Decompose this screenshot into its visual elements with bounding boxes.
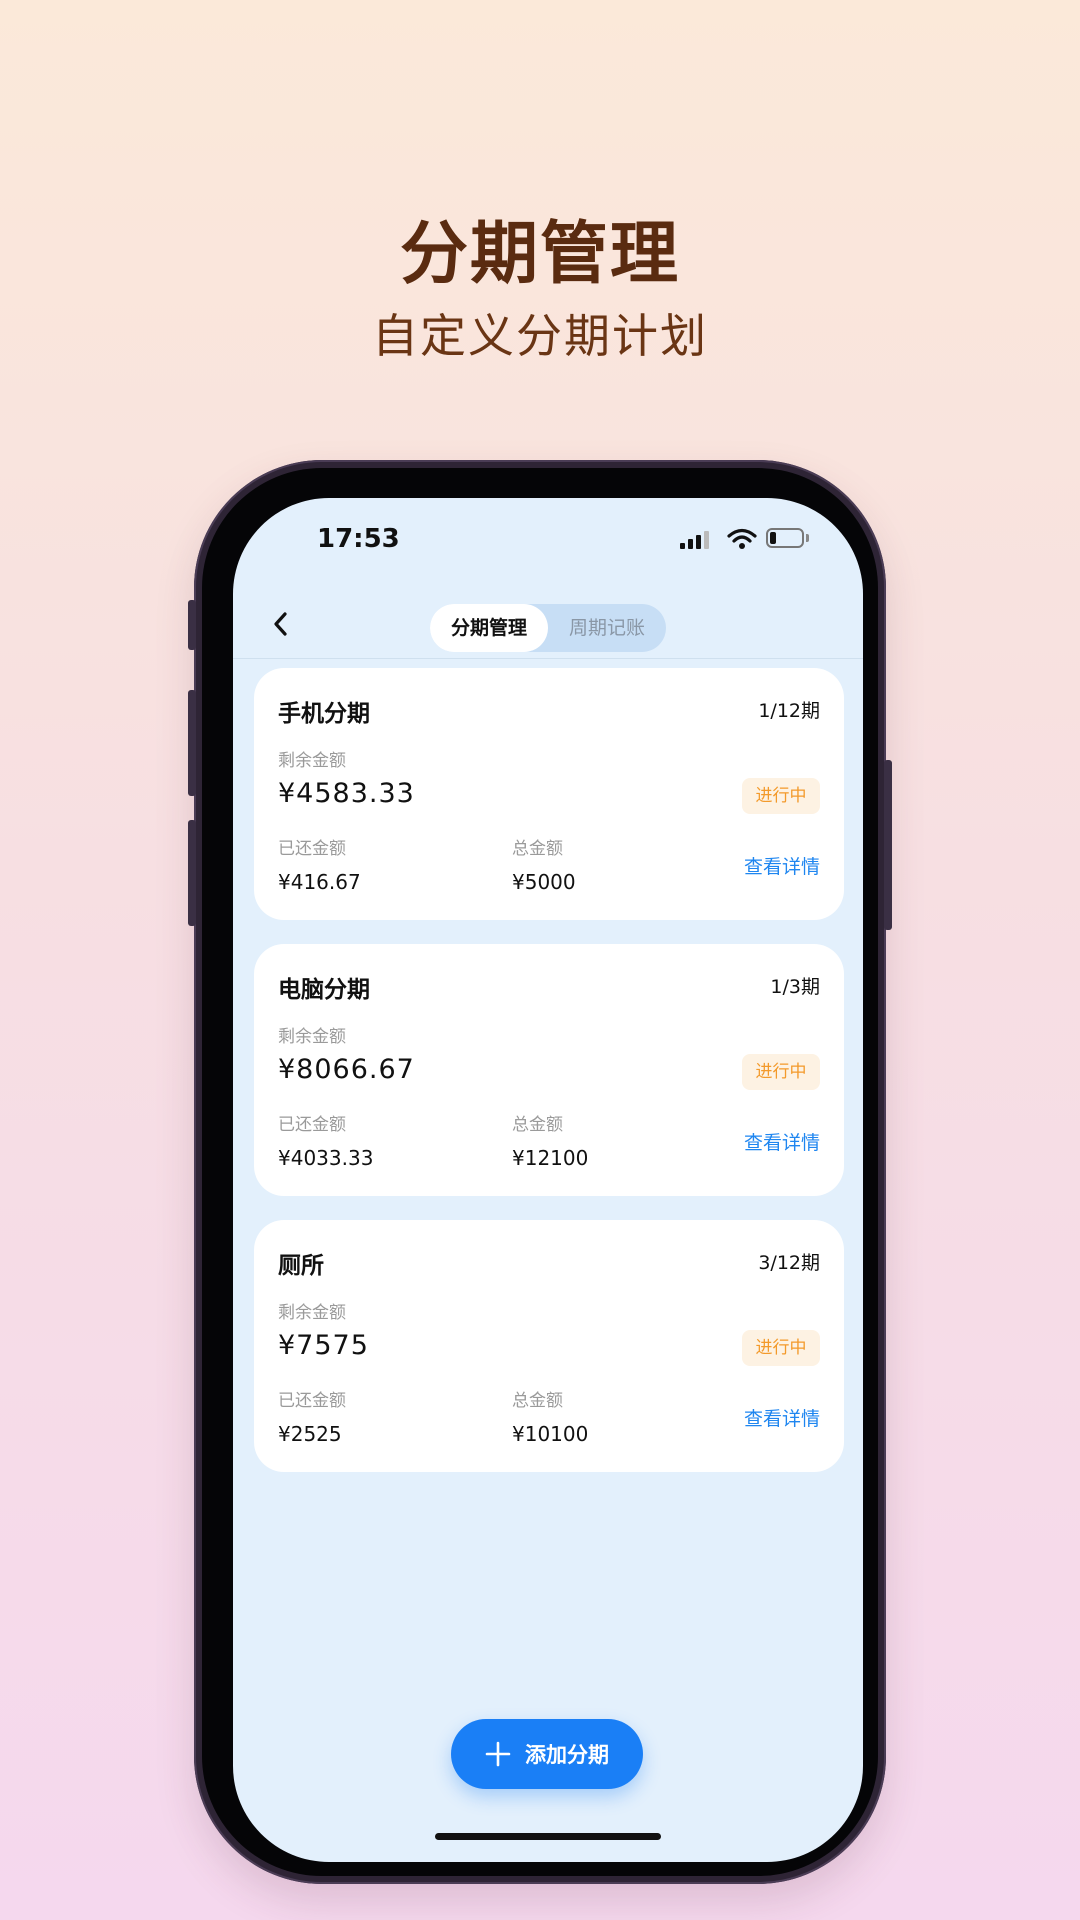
- status-badge: 进行中: [742, 1054, 820, 1090]
- paid-label: 已还金额: [278, 1115, 346, 1135]
- remaining-amount: ¥7575: [278, 1330, 369, 1361]
- remaining-amount: ¥4583.33: [278, 778, 415, 809]
- card-title: 厕所: [278, 1253, 324, 1279]
- remaining-label: 剩余金额: [278, 751, 346, 771]
- tab-installment-management[interactable]: 分期管理: [430, 604, 548, 652]
- battery-level: [770, 532, 776, 544]
- nav-bar: 分期管理 周期记账: [233, 594, 863, 659]
- view-details-link[interactable]: 查看详情: [744, 852, 820, 879]
- total-amount: ¥12100: [512, 1146, 589, 1170]
- volume-up-button: [188, 690, 196, 796]
- tab-periodic-bookkeeping[interactable]: 周期记账: [548, 604, 666, 652]
- cellular-signal-icon: [680, 531, 714, 549]
- card-progress: 3/12期: [758, 1252, 820, 1274]
- chevron-left-icon: [274, 612, 287, 636]
- segmented-control: 分期管理 周期记账: [430, 604, 666, 652]
- total-label: 总金额: [512, 1391, 563, 1411]
- paid-amount: ¥4033.33: [278, 1146, 374, 1170]
- installment-card[interactable]: 电脑分期 1/3期 剩余金额 ¥8066.67 进行中 已还金额 总金额 ¥40…: [254, 944, 844, 1196]
- card-progress: 1/12期: [758, 700, 820, 722]
- hero-subtitle: 自定义分期计划: [372, 309, 708, 363]
- battery-tip: [806, 534, 809, 542]
- battery-icon: [766, 528, 804, 548]
- back-button[interactable]: [261, 604, 301, 644]
- card-progress: 1/3期: [770, 976, 820, 998]
- card-title: 手机分期: [278, 701, 370, 727]
- view-details-link[interactable]: 查看详情: [744, 1128, 820, 1155]
- mute-switch: [188, 600, 196, 650]
- remaining-label: 剩余金额: [278, 1027, 346, 1047]
- status-badge: 进行中: [742, 1330, 820, 1366]
- total-label: 总金额: [512, 839, 563, 859]
- plus-icon: [485, 1741, 511, 1767]
- paid-amount: ¥416.67: [278, 870, 361, 894]
- paid-label: 已还金额: [278, 839, 346, 859]
- installment-card[interactable]: 厕所 3/12期 剩余金额 ¥7575 进行中 已还金额 总金额 ¥2525 ¥…: [254, 1220, 844, 1472]
- total-amount: ¥10100: [512, 1422, 589, 1446]
- app-screen: 17:53 分期管理 周期记账 手机分期 1/12期 剩余金额 ¥4583.33…: [233, 498, 863, 1862]
- paid-amount: ¥2525: [278, 1422, 342, 1446]
- add-installment-button[interactable]: 添加分期: [451, 1719, 643, 1789]
- paid-label: 已还金额: [278, 1391, 346, 1411]
- view-details-link[interactable]: 查看详情: [744, 1404, 820, 1431]
- remaining-amount: ¥8066.67: [278, 1054, 415, 1085]
- remaining-label: 剩余金额: [278, 1303, 346, 1323]
- home-indicator[interactable]: [435, 1833, 661, 1840]
- add-installment-label: 添加分期: [525, 1743, 609, 1767]
- volume-down-button: [188, 820, 196, 926]
- total-amount: ¥5000: [512, 870, 576, 894]
- installment-card[interactable]: 手机分期 1/12期 剩余金额 ¥4583.33 进行中 已还金额 总金额 ¥4…: [254, 668, 844, 920]
- hero-title: 分期管理: [399, 215, 680, 294]
- power-button: [884, 760, 892, 930]
- status-badge: 进行中: [742, 778, 820, 814]
- status-bar: 17:53: [233, 498, 863, 578]
- wifi-icon: [727, 528, 757, 549]
- total-label: 总金额: [512, 1115, 563, 1135]
- phone-frame: 17:53 分期管理 周期记账 手机分期 1/12期 剩余金额 ¥4583.33…: [188, 460, 892, 1884]
- status-time: 17:53: [317, 524, 400, 554]
- card-title: 电脑分期: [278, 977, 370, 1003]
- phone-bezel: 17:53 分期管理 周期记账 手机分期 1/12期 剩余金额 ¥4583.33…: [202, 468, 878, 1876]
